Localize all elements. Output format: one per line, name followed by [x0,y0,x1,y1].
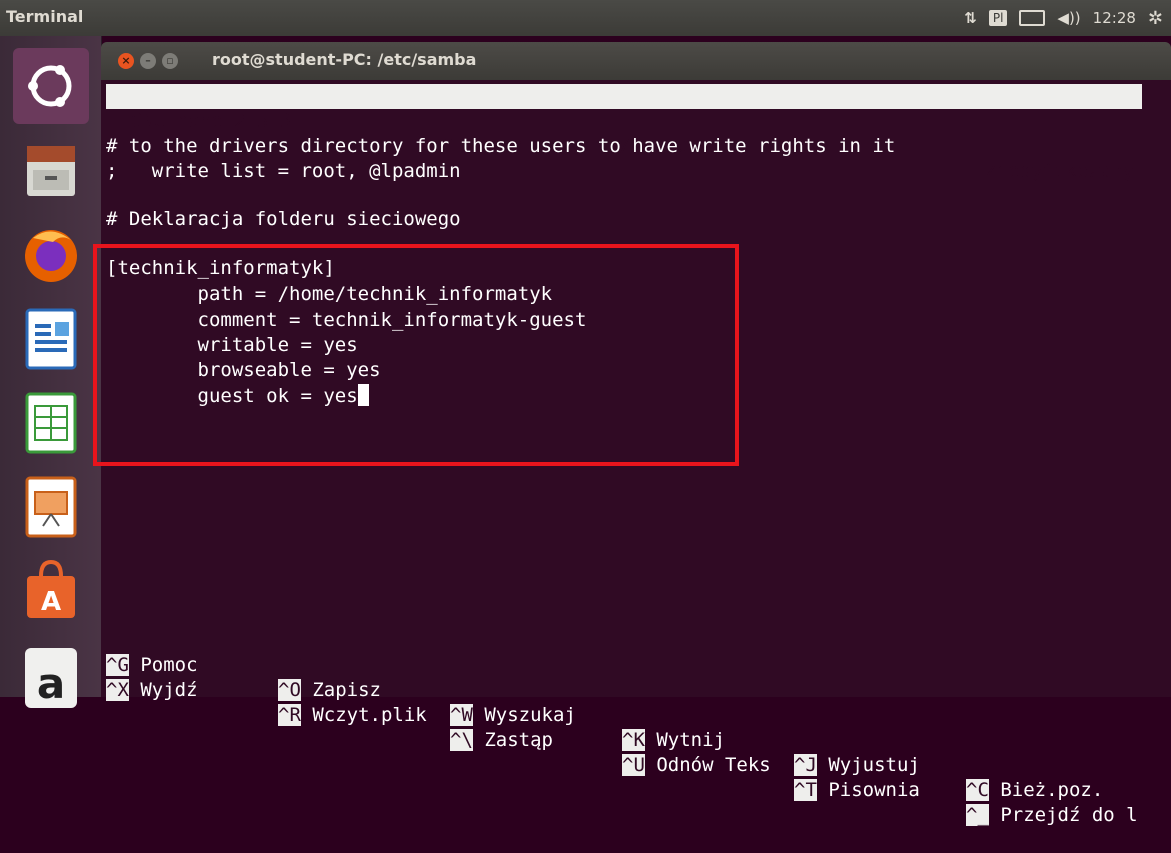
spreadsheet-calc-icon [25,392,77,454]
editor-line: browseable = yes [106,359,381,381]
nano-header: GNU nano 2.5.3 Plik: /etc/samba/smb.conf… [106,84,1142,182]
software-center-icon[interactable]: A [13,552,89,628]
editor-line: [technik_informatyk] [106,257,335,279]
volume-icon[interactable]: ◀)) [1057,9,1080,27]
editor-line: writable = yes [106,334,358,356]
amazon-icon[interactable]: a [13,636,89,712]
shopping-bag-icon: A [27,559,75,618]
clock[interactable]: 12:28 [1093,9,1136,27]
files-icon[interactable] [13,132,89,208]
svg-text:A: A [41,587,61,617]
shortcut-goto-line[interactable]: ^_ Przejdź do l [966,803,1138,828]
app-name: Terminal [6,7,84,26]
shortcut-justify[interactable]: ^J Wyjustuj [794,753,920,778]
firefox-logo-icon [25,230,77,282]
window-title: root@student-PC: /etc/samba [212,50,477,69]
top-panel: Terminal ⇅ Pl ◀)) 12:28 ✲ [0,0,1171,36]
presentation-impress-icon [25,476,77,538]
shortcut-replace[interactable]: ^\ Zastąp [450,728,553,753]
minimize-button[interactable]: – [140,53,156,69]
ubuntu-dash-icon[interactable] [13,48,89,124]
battery-icon[interactable] [1019,10,1046,26]
amazon-logo-icon: a [25,648,77,708]
editor-line: guest ok = yes [106,385,358,407]
nano-version: GNU nano 2.5.3 [131,110,292,132]
svg-text:a: a [37,659,65,708]
network-icon[interactable]: ⇅ [964,9,977,27]
window-titlebar[interactable]: × – ▫ root@student-PC: /etc/samba [101,42,1171,80]
file-cabinet-icon [27,146,75,196]
editor-line: ; write list = root, @lpadmin [106,160,461,182]
settings-gear-icon[interactable]: ✲ [1148,8,1163,29]
editor-line-cursor: guest ok = yes [106,384,369,409]
editor-line: path = /home/technik_informatyk [106,283,553,305]
indicator-area: ⇅ Pl ◀)) 12:28 ✲ [964,0,1163,36]
shortcut-uncut[interactable]: ^U Odnów Teks [622,753,771,778]
close-button[interactable]: × [118,53,134,69]
writer-icon[interactable] [13,300,89,376]
editor-line: # to the drivers directory for these use… [106,135,896,157]
shortcut-read-file[interactable]: ^R Wczyt.plik [278,703,427,728]
ubuntu-logo-icon [28,65,72,107]
keyboard-layout-indicator[interactable]: Pl [988,10,1008,26]
shortcut-bar-row-1: ^G Pomoc ^O Zapisz ^W Wyszukaj ^K Wytnij… [106,628,1166,801]
shortcut-cut[interactable]: ^K Wytnij [622,728,725,753]
calc-icon[interactable] [13,384,89,460]
shortcut-exit[interactable]: ^X Wyjdź [106,678,198,703]
nano-modified-status: Zmodyfikowany [985,160,1134,182]
editor-line: comment = technik_informatyk-guest [106,309,587,331]
launcher: A a [0,36,102,708]
shortcut-search[interactable]: ^W Wyszukaj [450,703,576,728]
terminal-area[interactable]: GNU nano 2.5.3 Plik: /etc/samba/smb.conf… [101,80,1171,826]
shortcut-cur-pos[interactable]: ^C Bież.poz. [966,778,1103,803]
firefox-icon[interactable] [13,216,89,292]
shortcut-save[interactable]: ^O Zapisz [278,678,381,703]
maximize-button[interactable]: ▫ [162,53,178,69]
shortcut-spell[interactable]: ^T Pisownia [794,778,920,803]
shortcut-bar-row-2: ^X Wyjdź ^R Wczyt.plik ^\ Zastąp ^U Odnó… [106,653,1166,826]
document-writer-icon [25,308,77,370]
impress-icon[interactable] [13,468,89,544]
editor-line: # Deklaracja folderu sieciowego [106,208,461,230]
text-cursor [357,384,369,406]
